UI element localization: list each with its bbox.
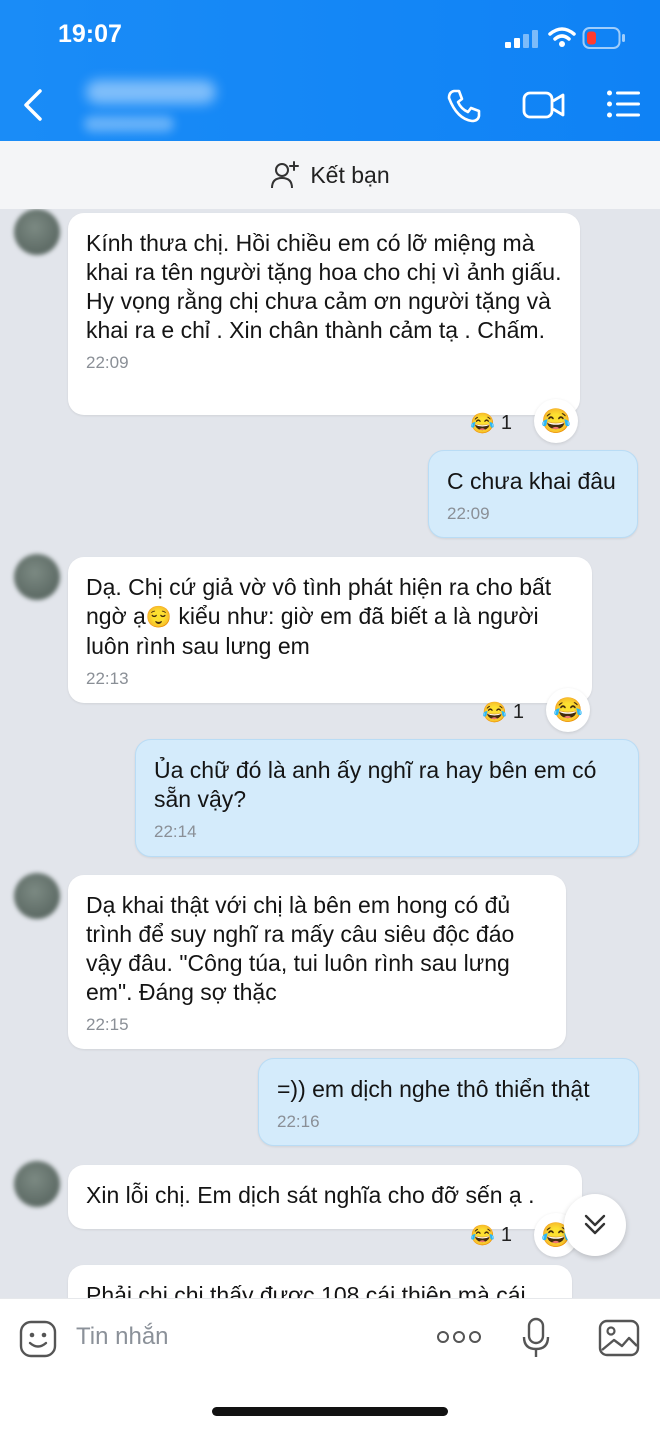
- react-button[interactable]: 😂: [546, 688, 590, 732]
- battery-icon: [582, 27, 625, 49]
- message-bubble-incoming[interactable]: Dạ khai thật với chị là bên em hong có đ…: [68, 875, 566, 1049]
- image-icon[interactable]: [598, 1319, 640, 1357]
- message-bubble-incoming[interactable]: Kính thưa chị. Hồi chiều em có lỡ miệng …: [68, 213, 580, 415]
- laugh-emoji-icon: 😂: [470, 1224, 495, 1247]
- message-time: 22:16: [277, 1112, 320, 1131]
- double-chevron-down-icon: [584, 1214, 606, 1235]
- header-bar: 19:07: [0, 0, 660, 141]
- wifi-icon: [548, 27, 576, 47]
- reaction-count: 1: [500, 1223, 513, 1246]
- avatar[interactable]: [14, 1161, 60, 1207]
- avatar[interactable]: [14, 209, 60, 255]
- add-friend-label: Kết bạn: [310, 161, 390, 188]
- menu-list-icon[interactable]: [606, 88, 642, 120]
- message-text: Dạ. Chị cứ giả vờ vô tình phát hiện ra c…: [86, 573, 574, 661]
- reaction-summary[interactable]: 😂 1: [470, 1220, 512, 1250]
- microphone-icon[interactable]: [522, 1317, 550, 1359]
- laugh-emoji-icon: 😂: [541, 407, 571, 435]
- home-indicator: [212, 1407, 448, 1416]
- more-icon[interactable]: [436, 1329, 482, 1345]
- reaction-count: 1: [512, 700, 525, 723]
- message-time: 22:09: [447, 504, 490, 523]
- add-person-icon: [271, 161, 300, 189]
- message-time: 22:09: [86, 353, 129, 372]
- relieved-emoji-icon: 😌: [145, 606, 173, 629]
- add-friend-button[interactable]: Kết bạn: [0, 141, 660, 210]
- message-bubble-incoming[interactable]: Phải chị chị thấy được 108 cái thiệp mà …: [68, 1265, 572, 1298]
- message-input[interactable]: Tin nhắn: [76, 1323, 169, 1351]
- message-text: Kính thưa chị. Hồi chiều em có lỡ miệng …: [86, 230, 568, 343]
- laugh-emoji-icon: 😂: [482, 701, 507, 724]
- message-text: C chưa khai đâu: [447, 468, 616, 494]
- message-bubble-outgoing[interactable]: Ủa chữ đó là anh ấy nghĩ ra hay bên em c…: [135, 739, 639, 857]
- video-call-icon[interactable]: [522, 88, 566, 122]
- avatar[interactable]: [14, 873, 60, 919]
- message-text: Ủa chữ đó là anh ấy nghĩ ra hay bên em c…: [154, 757, 603, 812]
- message-bubble-outgoing[interactable]: =)) em dịch nghe thô thiển thật 22:16: [258, 1058, 639, 1146]
- message-time: 22:14: [154, 822, 197, 841]
- sticker-icon[interactable]: [18, 1319, 58, 1359]
- avatar[interactable]: [14, 554, 60, 600]
- message-input-bar: Tin nhắn: [0, 1298, 660, 1430]
- status-time: 19:07: [58, 20, 122, 48]
- contact-name-blurred[interactable]: [78, 72, 228, 142]
- message-bubble-incoming[interactable]: Dạ. Chị cứ giả vờ vô tình phát hiện ra c…: [68, 557, 592, 703]
- signal-icon: [505, 30, 538, 48]
- laugh-emoji-icon: 😂: [553, 696, 583, 724]
- phone-icon[interactable]: [446, 88, 482, 124]
- scroll-to-bottom-button[interactable]: [564, 1194, 626, 1256]
- chevron-left-icon[interactable]: [22, 88, 44, 122]
- message-time: 22:13: [86, 669, 129, 688]
- message-text: Phải chị chị thấy được 108 cái thiệp mà …: [86, 1282, 526, 1298]
- message-text: =)) em dịch nghe thô thiển thật: [277, 1076, 590, 1102]
- chat-area[interactable]: Kính thưa chị. Hồi chiều em có lỡ miệng …: [0, 209, 660, 1298]
- reaction-summary[interactable]: 😂 1: [470, 408, 512, 438]
- reaction-summary[interactable]: 😂 1: [482, 697, 524, 727]
- message-text: Xin lỗi chị. Em dịch sát nghĩa cho đỡ sế…: [86, 1182, 535, 1208]
- reaction-count: 1: [500, 411, 513, 434]
- message-text: Dạ khai thật với chị là bên em hong có đ…: [86, 892, 521, 1005]
- message-time: 22:15: [86, 1015, 129, 1034]
- message-bubble-outgoing[interactable]: C chưa khai đâu 22:09: [428, 450, 638, 538]
- react-button[interactable]: 😂: [534, 399, 578, 443]
- laugh-emoji-icon: 😂: [470, 412, 495, 435]
